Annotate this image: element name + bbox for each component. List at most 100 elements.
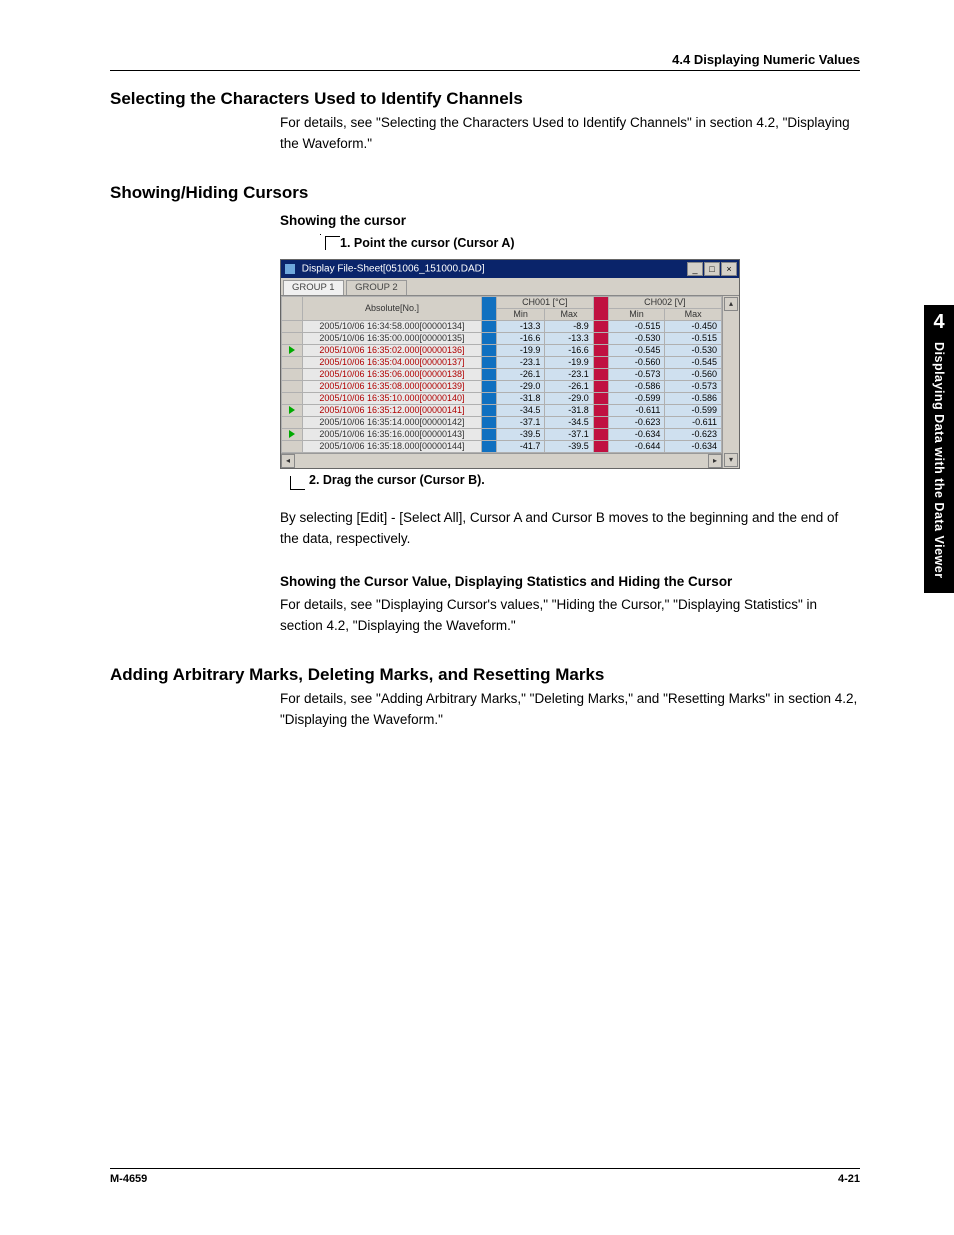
cell-value: -29.0 bbox=[497, 380, 545, 392]
heading-showing-hiding-cursors: Showing/Hiding Cursors bbox=[110, 183, 860, 203]
chapter-title: Displaying Data with the Data Viewer bbox=[932, 342, 946, 579]
cell-value: -29.0 bbox=[545, 392, 593, 404]
marker-icon bbox=[289, 430, 295, 438]
table-row[interactable]: 2005/10/06 16:35:08.000[00000139] -29.0-2… bbox=[282, 380, 722, 392]
col-ch001: CH001 [°C] bbox=[497, 296, 594, 308]
page-header: 4.4 Displaying Numeric Values bbox=[110, 52, 860, 71]
marker-icon bbox=[289, 346, 295, 354]
table-row[interactable]: 2005/10/06 16:34:58.000[00000134]-13.3-8… bbox=[282, 320, 722, 332]
cell-value: -0.573 bbox=[608, 368, 665, 380]
cell-value: -0.515 bbox=[608, 320, 665, 332]
cell-value: -13.3 bbox=[545, 332, 593, 344]
cell-value: -13.3 bbox=[497, 320, 545, 332]
subheading-cursor-value: Showing the Cursor Value, Displaying Sta… bbox=[280, 572, 860, 593]
cell-value: -16.6 bbox=[545, 344, 593, 356]
col-ch002-min: Min bbox=[608, 308, 665, 320]
cell-timestamp: 2005/10/06 16:35:08.000[00000139] bbox=[303, 380, 482, 392]
col-ch001-min: Min bbox=[497, 308, 545, 320]
table-row[interactable]: 2005/10/06 16:35:02.000[00000136] -19.9-1… bbox=[282, 344, 722, 356]
cell-value: -0.586 bbox=[665, 392, 722, 404]
scroll-left-icon[interactable]: ◂ bbox=[281, 454, 295, 468]
cell-value: -0.450 bbox=[665, 320, 722, 332]
col-ch002: CH002 [V] bbox=[608, 296, 721, 308]
scroll-up-icon[interactable]: ▴ bbox=[724, 297, 738, 311]
app-icon bbox=[285, 264, 295, 274]
cell-value: -37.1 bbox=[545, 428, 593, 440]
cell-value: -31.8 bbox=[545, 404, 593, 416]
table-row[interactable]: 2005/10/06 16:35:14.000[00000142] -37.1-3… bbox=[282, 416, 722, 428]
page-footer: M-4659 4-21 bbox=[110, 1168, 860, 1185]
group-tabbar: GROUP 1 GROUP 2 bbox=[281, 278, 739, 296]
cell-value: -0.599 bbox=[608, 392, 665, 404]
cell-value: -0.623 bbox=[608, 416, 665, 428]
body-cursor-value: For details, see "Displaying Cursor's va… bbox=[280, 595, 860, 637]
horizontal-scrollbar[interactable]: ◂ ▸ bbox=[281, 453, 722, 468]
cell-timestamp: 2005/10/06 16:35:00.000[00000135] bbox=[303, 332, 482, 344]
callout-cursor-a: 1. Point the cursor (Cursor A) bbox=[320, 234, 860, 253]
cell-value: -19.9 bbox=[545, 356, 593, 368]
header-section-title: 4.4 Displaying Numeric Values bbox=[110, 52, 860, 67]
marker-icon bbox=[289, 406, 295, 414]
cell-timestamp: 2005/10/06 16:35:06.000[00000138] bbox=[303, 368, 482, 380]
screenshot-display-file-sheet: Display File-Sheet[051006_151000.DAD] _□… bbox=[280, 259, 740, 469]
cell-timestamp: 2005/10/06 16:35:02.000[00000136] bbox=[303, 344, 482, 356]
scroll-down-icon[interactable]: ▾ bbox=[724, 453, 738, 467]
cell-value: -39.5 bbox=[545, 440, 593, 452]
cell-timestamp: 2005/10/06 16:35:14.000[00000142] bbox=[303, 416, 482, 428]
minimize-button[interactable]: _ bbox=[687, 262, 703, 276]
table-row[interactable]: 2005/10/06 16:35:04.000[00000137] -23.1-1… bbox=[282, 356, 722, 368]
subheading-showing-cursor: Showing the cursor bbox=[280, 211, 860, 232]
window-title: Display File-Sheet[051006_151000.DAD] bbox=[302, 263, 485, 274]
cell-value: -0.611 bbox=[665, 416, 722, 428]
chapter-side-tab: 4 Displaying Data with the Data Viewer bbox=[924, 305, 954, 593]
cell-value: -0.599 bbox=[665, 404, 722, 416]
data-grid[interactable]: Absolute[No.] CH001 [°C] CH002 [V] Min M… bbox=[281, 296, 722, 453]
cell-value: -23.1 bbox=[497, 356, 545, 368]
table-row[interactable]: 2005/10/06 16:35:00.000[00000135] -16.6-1… bbox=[282, 332, 722, 344]
body-arbitrary-marks: For details, see "Adding Arbitrary Marks… bbox=[280, 689, 860, 731]
cell-value: -0.623 bbox=[665, 428, 722, 440]
cell-timestamp: 2005/10/06 16:35:18.000[00000144] bbox=[303, 440, 482, 452]
cell-value: -23.1 bbox=[545, 368, 593, 380]
cell-value: -34.5 bbox=[497, 404, 545, 416]
cell-value: -0.545 bbox=[608, 344, 665, 356]
cell-value: -0.560 bbox=[608, 356, 665, 368]
cell-value: -31.8 bbox=[497, 392, 545, 404]
tab-group-1[interactable]: GROUP 1 bbox=[283, 280, 344, 295]
cell-value: -0.545 bbox=[665, 356, 722, 368]
close-button[interactable]: × bbox=[721, 262, 737, 276]
heading-selecting-characters: Selecting the Characters Used to Identif… bbox=[110, 89, 860, 109]
chapter-number: 4 bbox=[924, 311, 954, 334]
window-titlebar[interactable]: Display File-Sheet[051006_151000.DAD] _□… bbox=[281, 260, 739, 278]
cell-value: -39.5 bbox=[497, 428, 545, 440]
col-ch002-max: Max bbox=[665, 308, 722, 320]
table-row[interactable]: 2005/10/06 16:35:06.000[00000138] -26.1-2… bbox=[282, 368, 722, 380]
cell-value: -37.1 bbox=[497, 416, 545, 428]
cell-value: -0.573 bbox=[665, 380, 722, 392]
cell-value: -19.9 bbox=[497, 344, 545, 356]
cell-value: -41.7 bbox=[497, 440, 545, 452]
scroll-right-icon[interactable]: ▸ bbox=[708, 454, 722, 468]
cell-value: -26.1 bbox=[497, 368, 545, 380]
cell-value: -16.6 bbox=[497, 332, 545, 344]
cell-value: -0.611 bbox=[608, 404, 665, 416]
body-selecting-characters: For details, see "Selecting the Characte… bbox=[280, 113, 860, 155]
table-row[interactable]: 2005/10/06 16:35:12.000[00000141]-34.5-3… bbox=[282, 404, 722, 416]
callout-cursor-b: 2. Drag the cursor (Cursor B). bbox=[290, 471, 860, 490]
heading-arbitrary-marks: Adding Arbitrary Marks, Deleting Marks, … bbox=[110, 665, 860, 685]
footer-page-number: 4-21 bbox=[838, 1173, 860, 1185]
cell-value: -0.634 bbox=[665, 440, 722, 452]
table-row[interactable]: 2005/10/06 16:35:10.000[00000140] -31.8-2… bbox=[282, 392, 722, 404]
cell-value: -26.1 bbox=[545, 380, 593, 392]
table-row[interactable]: 2005/10/06 16:35:18.000[00000144] -41.7-3… bbox=[282, 440, 722, 452]
body-select-all-note: By selecting [Edit] - [Select All], Curs… bbox=[280, 508, 860, 550]
cell-timestamp: 2005/10/06 16:35:04.000[00000137] bbox=[303, 356, 482, 368]
col-absolute: Absolute[No.] bbox=[303, 296, 482, 320]
cell-value: -34.5 bbox=[545, 416, 593, 428]
maximize-button[interactable]: □ bbox=[704, 262, 720, 276]
vertical-scrollbar[interactable]: ▴ ▾ bbox=[722, 296, 739, 468]
tab-group-2[interactable]: GROUP 2 bbox=[346, 280, 407, 295]
cell-timestamp: 2005/10/06 16:35:10.000[00000140] bbox=[303, 392, 482, 404]
table-row[interactable]: 2005/10/06 16:35:16.000[00000143]-39.5-3… bbox=[282, 428, 722, 440]
col-ch001-max: Max bbox=[545, 308, 593, 320]
